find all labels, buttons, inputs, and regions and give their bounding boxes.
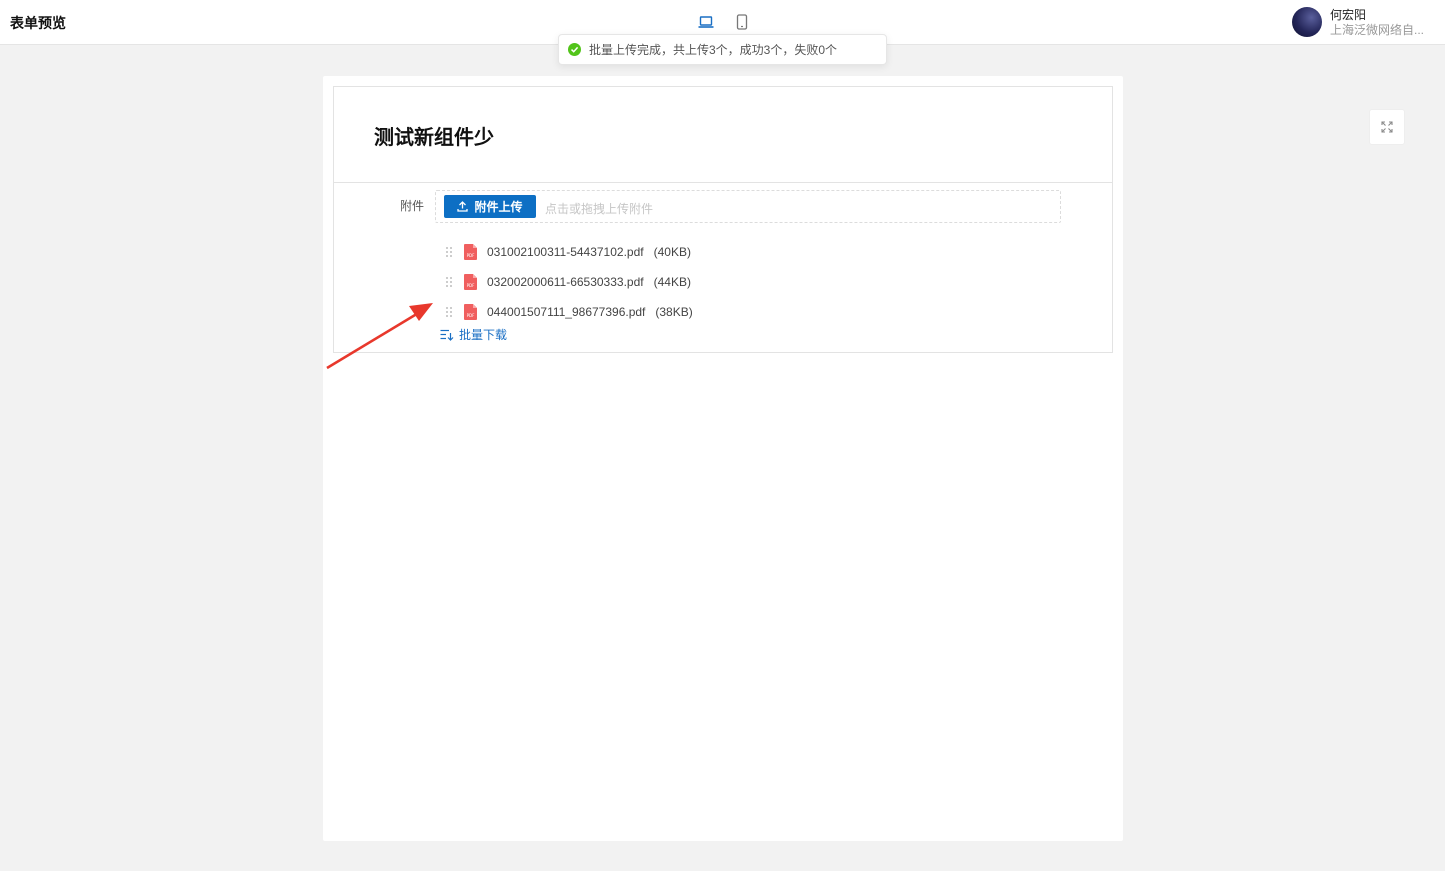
attachment-field-label: 附件 [400,199,425,213]
file-item[interactable]: PDF 031002100311-54437102.pdf (40KB) [444,237,693,267]
pdf-file-icon: PDF [464,244,477,260]
form-header: 测试新组件少 [334,87,1112,183]
form-container: 测试新组件少 附件 附件上传 点击或拖拽上传附件 PDF 03100210031… [333,86,1113,353]
file-name[interactable]: 031002100311-54437102.pdf [487,245,644,259]
pdf-file-icon: PDF [464,304,477,320]
fullscreen-icon [1381,121,1393,133]
file-item[interactable]: PDF 044001507111_98677396.pdf (38KB) [444,297,693,327]
file-list: PDF 031002100311-54437102.pdf (40KB) PDF… [444,237,693,327]
form-title: 测试新组件少 [374,127,494,149]
pdf-file-icon: PDF [464,274,477,290]
drag-handle-icon[interactable] [444,277,454,287]
toast-message: 批量上传完成，共上传3个，成功3个，失败0个 [589,43,838,57]
batch-download-button[interactable]: 批量下载 [440,326,507,343]
svg-text:PDF: PDF [467,253,475,258]
desktop-view-button[interactable] [697,12,715,32]
phone-icon [736,14,748,30]
file-name[interactable]: 044001507111_98677396.pdf [487,305,645,319]
batch-download-label: 批量下载 [459,328,508,342]
file-item[interactable]: PDF 032002000611-66530333.pdf (44KB) [444,267,693,297]
user-profile[interactable]: 何宏阳 上海泛微网络自... [1292,7,1430,37]
upload-toast: 批量上传完成，共上传3个，成功3个，失败0个 [558,34,887,65]
upload-button-label: 附件上传 [474,200,523,214]
batch-download-icon [440,329,454,341]
drag-handle-icon[interactable] [444,247,454,257]
upload-icon [457,201,469,212]
file-size: (40KB) [653,245,691,259]
fullscreen-button[interactable] [1370,110,1404,144]
file-name[interactable]: 032002000611-66530333.pdf [487,275,644,289]
svg-text:PDF: PDF [467,283,475,288]
form-card: 测试新组件少 附件 附件上传 点击或拖拽上传附件 PDF 03100210031… [323,76,1123,841]
laptop-icon [698,16,714,28]
upload-hint: 点击或拖拽上传附件 [545,202,654,216]
user-org: 上海泛微网络自... [1330,22,1425,37]
file-size: (38KB) [655,305,693,319]
avatar [1292,7,1322,37]
drag-handle-icon[interactable] [444,307,454,317]
mobile-view-button[interactable] [733,12,751,32]
attachment-upload-button[interactable]: 附件上传 [444,195,536,218]
device-switch [697,12,751,32]
page-title: 表单预览 [10,15,66,31]
upload-dropzone[interactable]: 附件上传 点击或拖拽上传附件 [435,190,1061,223]
user-name: 何宏阳 [1330,7,1367,22]
file-size: (44KB) [653,275,691,289]
svg-text:PDF: PDF [467,313,475,318]
success-check-icon [568,43,581,56]
